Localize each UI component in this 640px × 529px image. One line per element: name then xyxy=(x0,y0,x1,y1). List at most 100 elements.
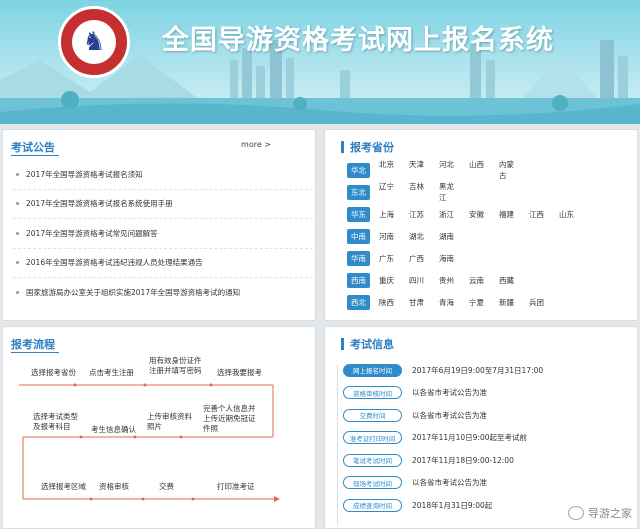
wechat-icon xyxy=(568,506,584,520)
info-row: 准考证打印时间 2017年11月10日9:00起至考试前 xyxy=(343,431,527,445)
province-link[interactable]: 天津 xyxy=(409,159,430,181)
bullet-icon xyxy=(16,231,19,235)
china-tourism-logo: ♞ xyxy=(58,6,130,78)
notice-title: 考试公告 xyxy=(11,141,55,154)
province-link[interactable]: 湖南 xyxy=(439,231,460,242)
info-value: 2018年1月31日9:00起 xyxy=(412,500,493,510)
province-link[interactable]: 云南 xyxy=(469,275,490,286)
notice-item-label: 2017年全国导游资格考试报名系统使用手册 xyxy=(26,199,173,209)
region-row: 西北 陕西 甘肃 青海 宁夏 新疆 兵团 xyxy=(347,294,550,310)
province-title: 报考省份 xyxy=(341,139,394,155)
info-label: 笔试考试时间 xyxy=(343,453,402,467)
info-row: 资格审核时间 以各省市考试公告为准 xyxy=(343,386,487,400)
notice-item[interactable]: 2017年全国导游资格考试常见问题解答 xyxy=(13,219,313,249)
timeline-line xyxy=(337,365,338,525)
exam-info-panel: 考试信息 网上报名时间 2017年6月19日9:00至7月31日17:00 资格审核… xyxy=(324,326,638,529)
notice-list: 2017年全国导游资格考试报名须知 2017年全国导游资格考试报名系统使用手册 … xyxy=(13,160,313,308)
info-row: 现场考试时间 以各省市考试公告为准 xyxy=(343,476,487,490)
province-title-label: 报考省份 xyxy=(350,141,394,154)
province-link[interactable]: 贵州 xyxy=(439,275,460,286)
province-link[interactable]: 吉林 xyxy=(409,181,430,203)
province-link[interactable]: 四川 xyxy=(409,275,430,286)
info-label: 网上报名时间 xyxy=(343,363,402,377)
flow-step: 上传审核资料 照片 xyxy=(147,412,192,432)
notice-item[interactable]: 国家旅游局办公室关于组织实施2017年全国导游资格考试的通知 xyxy=(13,278,313,308)
more-link[interactable]: more > xyxy=(241,140,271,149)
province-link[interactable]: 西藏 xyxy=(499,275,520,286)
info-label: 成绩查询时间 xyxy=(343,498,402,512)
horse-emblem-icon: ♞ xyxy=(72,20,116,64)
bullet-icon xyxy=(16,172,19,176)
watermark: 导游之家 xyxy=(568,505,632,521)
flow-step: 打印准考证 xyxy=(217,482,255,491)
province-link[interactable]: 河北 xyxy=(439,159,460,181)
info-label: 资格审核时间 xyxy=(343,386,402,399)
bullet-icon xyxy=(16,202,19,206)
watermark-text: 导游之家 xyxy=(588,507,632,520)
flow-step: 选择我要报考 xyxy=(217,368,262,377)
province-link[interactable]: 安徽 xyxy=(469,209,490,220)
province-link[interactable]: 兵团 xyxy=(529,297,550,308)
info-label: 交费时间 xyxy=(343,408,402,422)
bullet-icon xyxy=(16,291,19,295)
flow-step: 用有效身份证件 注册并填写密码 xyxy=(149,356,202,376)
province-link[interactable]: 山西 xyxy=(469,159,490,181)
notice-item-label: 2017年全国导游资格考试报名须知 xyxy=(26,169,143,179)
flow-step: 资格审核 xyxy=(99,482,129,491)
province-link[interactable]: 黑龙江 xyxy=(439,181,460,203)
province-link[interactable]: 海南 xyxy=(439,253,460,264)
province-link[interactable]: 河南 xyxy=(379,231,400,242)
province-link[interactable]: 江西 xyxy=(529,209,550,220)
notice-item-label: 国家旅游局办公室关于组织实施2017年全国导游资格考试的通知 xyxy=(26,288,241,298)
region-tag: 华南 xyxy=(347,250,370,266)
info-value: 以各省市考试公告为准 xyxy=(412,388,487,397)
flow-panel: 报考流程 选择报考省份 点击考生注册 用有效身份证件 注册并填写密码 选择我要报… xyxy=(2,326,316,529)
notice-item[interactable]: 2017年全国导游资格考试报名须知 xyxy=(13,160,313,190)
title-underline xyxy=(11,155,59,156)
province-link[interactable]: 内蒙古 xyxy=(499,159,520,181)
province-link[interactable]: 湖北 xyxy=(409,231,430,242)
region-row: 华东 上海 江苏 浙江 安徽 福建 江西 山东 xyxy=(347,206,580,222)
flow-step: 选择报考省份 xyxy=(31,368,76,377)
info-value: 以各省市考试公告为准 xyxy=(412,410,487,420)
notice-item-label: 2016年全国导游资格考试违纪违规人员处理结果通告 xyxy=(26,258,203,268)
province-link[interactable]: 新疆 xyxy=(499,297,520,308)
bullet-icon xyxy=(16,261,19,265)
province-link[interactable]: 江苏 xyxy=(409,209,430,220)
flow-step: 考生信息确认 xyxy=(91,425,136,434)
province-link[interactable]: 宁夏 xyxy=(469,297,490,308)
info-row: 交费时间 以各省市考试公告为准 xyxy=(343,408,487,422)
info-value: 2017年11月18日9:00-12:00 xyxy=(412,455,514,465)
flow-step: 选择考试类型 及报考科目 xyxy=(33,412,78,432)
province-link[interactable]: 浙江 xyxy=(439,209,460,220)
province-panel: 报考省份 华北 北京 天津 河北 山西 内蒙古 东北 辽宁 吉林 黑龙江 华东 上海 江苏 浙江 安徽 福建江… xyxy=(324,129,638,321)
region-row: 华北 北京 天津 河北 山西 内蒙古 xyxy=(347,159,520,181)
province-link[interactable]: 陕西 xyxy=(379,297,400,308)
province-link[interactable]: 广东 xyxy=(379,253,400,264)
region-tag: 华北 xyxy=(347,162,370,178)
region-row: 西南 重庆 四川 贵州 云南 西藏 xyxy=(347,272,520,288)
province-link[interactable]: 青海 xyxy=(439,297,460,308)
info-title: 考试信息 xyxy=(341,336,394,352)
info-title-label: 考试信息 xyxy=(350,338,394,351)
province-link[interactable]: 重庆 xyxy=(379,275,400,286)
title-bar-icon xyxy=(341,141,344,153)
notice-item[interactable]: 2016年全国导游资格考试违纪违规人员处理结果通告 xyxy=(13,249,313,278)
info-value: 2017年6月19日9:00至7月31日17:00 xyxy=(412,365,544,375)
province-link[interactable]: 甘肃 xyxy=(409,297,430,308)
notice-item[interactable]: 2017年全国导游资格考试报名系统使用手册 xyxy=(13,190,313,219)
flow-step: 完善个人信息并 上传近期免冠证 件照 xyxy=(203,404,256,434)
province-link[interactable]: 福建 xyxy=(499,209,520,220)
info-row: 笔试考试时间 2017年11月18日9:00-12:00 xyxy=(343,453,514,467)
province-link[interactable]: 北京 xyxy=(379,159,400,181)
title-bar-icon xyxy=(341,338,344,350)
province-link[interactable]: 辽宁 xyxy=(379,181,400,203)
info-label: 准考证打印时间 xyxy=(343,431,402,444)
info-row: 网上报名时间 2017年6月19日9:00至7月31日17:00 xyxy=(343,363,543,377)
province-link[interactable]: 山东 xyxy=(559,209,580,220)
info-value: 2017年11月10日9:00起至考试前 xyxy=(412,433,528,442)
province-link[interactable]: 广西 xyxy=(409,253,430,264)
flow-step: 选择报考区域 xyxy=(41,482,86,491)
region-tag: 中南 xyxy=(347,228,370,244)
province-link[interactable]: 上海 xyxy=(379,209,400,220)
